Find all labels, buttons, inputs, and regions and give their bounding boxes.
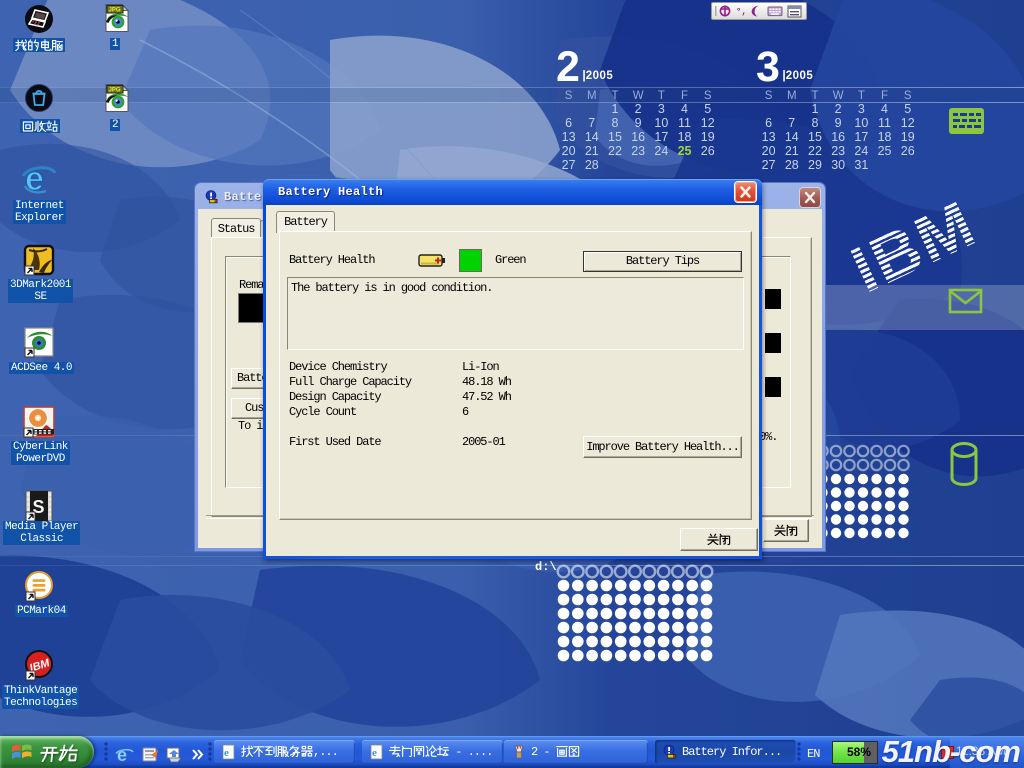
svg-text:°,: °, xyxy=(736,7,747,17)
svg-text:e: e xyxy=(117,745,127,764)
svg-text:JPG: JPG xyxy=(109,8,121,14)
svg-text:JPG: JPG xyxy=(109,88,121,94)
